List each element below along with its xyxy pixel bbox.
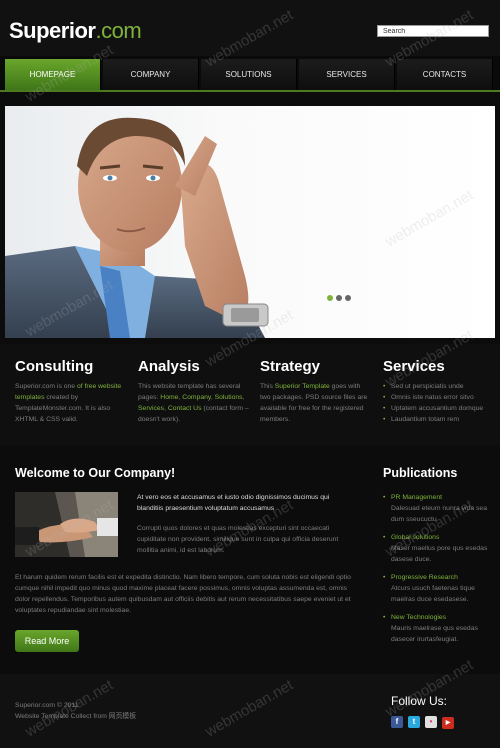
follow-us-label: Follow Us:	[391, 694, 448, 708]
analysis-link-company[interactable]: Company	[182, 394, 211, 401]
publication-item: Global solutions Maser maellus pore qus …	[383, 532, 493, 565]
credit-link[interactable]: Website Template Collect from 网页模板	[15, 711, 136, 722]
analysis-text: This website template has several pages:…	[138, 381, 250, 425]
welcome-lead-text: At vero eos et accusamus et iusto odio d…	[137, 494, 330, 512]
publications-list: PR Management Dalesuad eteum nunra vida …	[383, 492, 493, 652]
publication-item: Progressive Research Atcurs usuch faeten…	[383, 572, 493, 605]
logo-text-domain: .com	[95, 18, 142, 43]
column-consulting: Consulting Superior.com is one of free w…	[15, 358, 127, 425]
logo-text-main: Superior	[9, 18, 96, 43]
publication-desc: Atcurs usuch faetenas tique maelras duce…	[391, 585, 475, 603]
strategy-text-1: This	[260, 383, 275, 390]
slider-dot-2[interactable]	[336, 295, 342, 301]
services-list-item[interactable]: Sed ut perspiciatis unde	[383, 381, 495, 392]
main-nav: HOMEPAGE COMPANY SOLUTIONS SERVICES CONT…	[0, 56, 500, 92]
nav-item-services[interactable]: SERVICES	[299, 59, 395, 90]
consulting-text-1: Superior.com is one	[15, 383, 77, 390]
header: Superior.com	[0, 0, 500, 56]
analysis-sep-3: ,	[242, 394, 245, 401]
handshake-photo	[15, 492, 118, 557]
publication-item: New Technologies Mauris maelrase qus ese…	[383, 612, 493, 645]
column-analysis: Analysis This website template has sever…	[138, 358, 250, 425]
column-strategy: Strategy This Superior Template goes wit…	[260, 358, 372, 425]
welcome-secondary-text: Corrupti quos dolores et quas molestias …	[137, 525, 339, 554]
analysis-link-services[interactable]: Services	[138, 405, 164, 412]
nav-item-homepage[interactable]: HOMEPAGE	[5, 59, 101, 90]
welcome-paragraph: Et harum quidem rerum facilis est et exp…	[15, 574, 351, 614]
services-list: Sed ut perspiciatis unde Omnis iste natu…	[383, 381, 495, 425]
twitter-icon[interactable]: t	[408, 716, 420, 728]
services-list-item[interactable]: Laudantium totam rem	[383, 414, 495, 425]
hero-man-photo	[5, 117, 269, 338]
main-content: Welcome to Our Company! At vero eos et a…	[0, 446, 500, 674]
consulting-text: Superior.com is one of free website temp…	[15, 381, 127, 425]
analysis-title: Analysis	[138, 358, 200, 375]
column-services: Services Sed ut perspiciatis unde Omnis …	[383, 358, 495, 425]
services-list-item[interactable]: Uptatem accusantium domque	[383, 403, 495, 414]
social-icons: f t • ▶	[391, 711, 459, 729]
flickr-icon[interactable]: •	[425, 716, 437, 728]
analysis-link-solutions[interactable]: Solutions	[215, 394, 243, 401]
hero-slider	[5, 106, 495, 338]
footer: Superior.com © 2011 Website Template Col…	[0, 674, 500, 748]
publication-desc: Maser maellus pore qus esedas dasese duc…	[391, 545, 488, 563]
strategy-text: This Superior Template goes with two pac…	[260, 381, 372, 425]
publication-desc: Dalesuad eteum nunra vida sea dum sseucu…	[391, 505, 487, 523]
services-title: Services	[383, 358, 445, 375]
nav-item-company[interactable]: COMPANY	[103, 59, 199, 90]
feature-columns: Consulting Superior.com is one of free w…	[0, 344, 500, 446]
nav-item-contacts[interactable]: CONTACTS	[397, 59, 493, 90]
strategy-link[interactable]: Superior Template	[275, 383, 330, 390]
analysis-link-contact[interactable]: Contact Us	[168, 405, 202, 412]
slider-dots	[327, 288, 354, 306]
copyright-text: Superior.com © 2011	[15, 702, 79, 709]
publication-link[interactable]: PR Management	[383, 492, 493, 503]
publications-title: Publications	[383, 466, 458, 480]
publication-item: PR Management Dalesuad eteum nunra vida …	[383, 492, 493, 525]
analysis-link-home[interactable]: Home	[160, 394, 178, 401]
publication-link[interactable]: New Technologies	[383, 612, 493, 623]
youtube-icon[interactable]: ▶	[442, 717, 454, 729]
read-more-button[interactable]: Read More	[15, 630, 79, 652]
publication-link[interactable]: Progressive Research	[383, 572, 493, 583]
site-logo[interactable]: Superior.com	[9, 18, 142, 44]
facebook-icon[interactable]: f	[391, 716, 403, 728]
search-input[interactable]	[377, 25, 489, 37]
strategy-title: Strategy	[260, 358, 321, 375]
slider-dot-3[interactable]	[345, 295, 351, 301]
consulting-title: Consulting	[15, 358, 94, 375]
nav-item-solutions[interactable]: SOLUTIONS	[201, 59, 297, 90]
footer-copyright-block: Superior.com © 2011 Website Template Col…	[15, 700, 136, 722]
welcome-title: Welcome to Our Company!	[15, 466, 176, 480]
publication-link[interactable]: Global solutions	[383, 532, 493, 543]
publication-desc: Mauris maelrase qus esedas dasecer irurt…	[391, 625, 478, 643]
services-list-item[interactable]: Omnis iste natus error sitvo	[383, 392, 495, 403]
slider-dot-1[interactable]	[327, 295, 333, 301]
